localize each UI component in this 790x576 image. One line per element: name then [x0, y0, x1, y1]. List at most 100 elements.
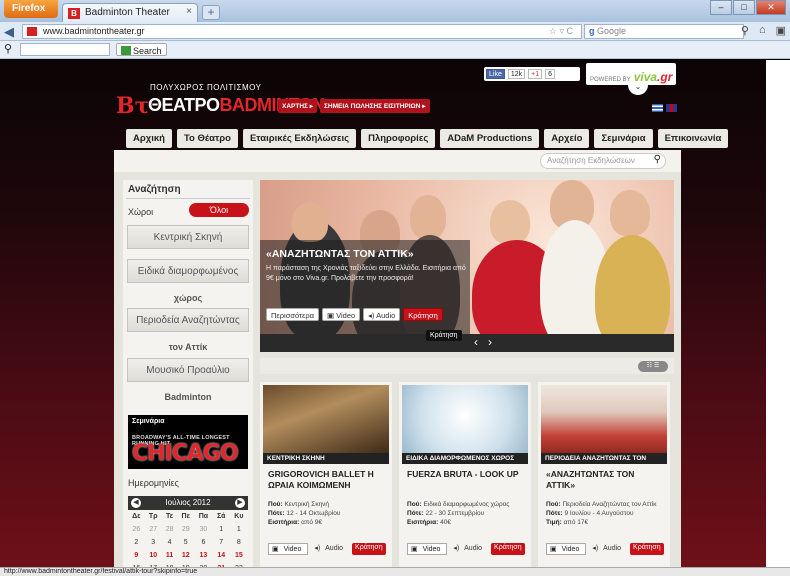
seminars-banner[interactable]: Σεμινάρια BROADWAY'S ALL-TIME LONGEST RU… — [128, 415, 248, 469]
audio-button[interactable]: ◂) Audio — [311, 543, 349, 555]
venue-attik-tour-line2[interactable]: τον Αττίκ — [127, 342, 249, 352]
firefox-menu-button[interactable]: Firefox — [4, 0, 58, 18]
event-card[interactable]: ΠΕΡΙΟΔΕΙΑ ΑΝΑΖΗΤΩΝΤΑΣ ΤΟΝ «ΑΝΑΖΗΤΩΝΤΑΣ Τ… — [538, 382, 670, 567]
logo-mark-icon[interactable]: Bτ — [116, 93, 149, 121]
venue-attik-tour[interactable]: Περιοδεία Αναζητώντας — [127, 308, 249, 332]
calendar-day[interactable]: 27 — [145, 523, 162, 536]
calendar-day[interactable]: 6 — [194, 536, 213, 549]
nav-item-corporate-events[interactable]: Εταιρικές Εκδηλώσεις — [242, 129, 357, 148]
event-title[interactable]: «ΑΝΑΖΗΤΩΝΤΑΣ ΤΟΝ ΑΤΤΙΚ» — [546, 469, 664, 491]
toolbar-search-button[interactable]: Search — [116, 43, 167, 56]
bookmark-star-icon[interactable]: ☆ ▿ C — [549, 26, 573, 37]
english-flag-icon[interactable] — [666, 104, 677, 112]
event-image[interactable] — [541, 385, 667, 453]
tab-close-icon[interactable]: × — [186, 6, 192, 17]
minimize-icon[interactable]: – — [710, 0, 732, 15]
nav-item-seminars[interactable]: Σεμινάρια — [594, 129, 653, 148]
prev-slide-icon[interactable]: ‹ — [474, 335, 478, 349]
window-controls: – □ ✕ — [710, 0, 786, 15]
video-button[interactable]: ▣ Video — [546, 543, 587, 555]
venue-music-yard[interactable]: Μουσικό Προαύλιο — [127, 358, 249, 382]
audio-button[interactable]: ◂) Audio — [363, 308, 401, 321]
calendar-day[interactable]: 11 — [162, 549, 178, 562]
close-window-icon[interactable]: ✕ — [756, 0, 786, 15]
slide-title[interactable]: «ΑΝΑΖΗΤΩΝΤΑΣ ΤΟΝ ΑΤΤΙΚ» — [266, 248, 414, 260]
book-button[interactable]: Κράτηση — [491, 543, 525, 555]
calendar-day[interactable]: 5 — [177, 536, 194, 549]
nav-item-theater[interactable]: Το Θέατρο — [176, 129, 238, 148]
next-slide-icon[interactable]: › — [488, 335, 492, 349]
nav-item-home[interactable]: Αρχική — [126, 129, 172, 148]
map-button[interactable]: ΧΑΡΤΗΣ ▸ — [278, 99, 317, 113]
book-button[interactable]: Κράτηση — [630, 543, 664, 555]
featured-slider[interactable]: «ΑΝΑΖΗΤΩΝΤΑΣ ΤΟΝ ΑΤΤΙΚ» Η παράσταση της … — [260, 180, 674, 352]
maximize-icon[interactable]: □ — [733, 0, 755, 15]
view-toggle[interactable]: ☷ ☰ — [638, 361, 668, 372]
new-tab-button[interactable]: + — [202, 5, 220, 20]
calendar-day[interactable]: 14 — [213, 549, 230, 562]
event-search-input[interactable]: Αναζήτηση Εκδηλώσεων ⚲ — [540, 153, 666, 169]
calendar-day[interactable]: 2 — [128, 536, 145, 549]
venue-special-space-line2[interactable]: χώρος — [127, 293, 249, 303]
event-when: 12 - 14 Οκτωβρίου — [286, 510, 341, 517]
back-arrow-icon[interactable]: ◀ — [4, 24, 20, 39]
calendar-day[interactable]: 1 — [230, 523, 248, 536]
calendar-day[interactable]: 10 — [145, 549, 162, 562]
url-bar[interactable]: www.badmintontheater.gr ☆ ▿ C — [22, 24, 582, 39]
event-card[interactable]: ΕΙΔΙΚΑ ΔΙΑΜΟΡΦΩΜΕΝΟΣ ΧΩΡΟΣ FUERZA BRUTA … — [399, 382, 531, 567]
search-icon[interactable]: ⚲ — [741, 24, 749, 37]
bookmarks-icon[interactable]: ▣ — [776, 24, 786, 37]
event-image[interactable] — [402, 385, 528, 453]
nav-item-adam-productions[interactable]: ADaM Productions — [440, 129, 540, 148]
all-spaces-button[interactable]: Όλοι — [189, 203, 249, 217]
event-card[interactable]: ΚΕΝΤΡΙΚΗ ΣΚΗΝΗ GRIGOROVICH BALLET Η ΩΡΑΙ… — [260, 382, 392, 567]
calendar-day[interactable]: 15 — [230, 549, 248, 562]
book-button[interactable]: Κράτηση — [403, 308, 443, 321]
nav-item-info[interactable]: Πληροφορίες — [361, 129, 436, 148]
calendar-day[interactable]: 28 — [162, 523, 178, 536]
event-title[interactable]: FUERZA BRUTA - LOOK UP — [407, 469, 525, 480]
audio-button[interactable]: ◂) Audio — [450, 543, 488, 555]
video-button[interactable]: ▣ Video — [407, 543, 448, 555]
search-engine-box[interactable]: g Google — [584, 24, 744, 39]
event-search-placeholder: Αναζήτηση Εκδηλώσεων — [547, 156, 635, 165]
video-button[interactable]: ▣ Video — [321, 308, 361, 321]
event-image[interactable] — [263, 385, 389, 453]
home-icon[interactable]: ⌂ — [759, 24, 766, 37]
more-button[interactable]: Περισσότερα — [266, 308, 319, 321]
calendar-day[interactable]: 3 — [145, 536, 162, 549]
search-sidebar: Αναζήτηση Χώροι Όλοι Κεντρική Σκηνή Ειδι… — [123, 180, 253, 575]
venue-special-space[interactable]: Ειδικά διαμορφωμένος — [127, 259, 249, 283]
book-button[interactable]: Κράτηση — [352, 543, 386, 555]
calendar-day[interactable]: 13 — [194, 549, 213, 562]
facebook-like-count: 12k — [507, 69, 526, 79]
browser-tab[interactable]: B Badminton Theater × — [62, 3, 198, 22]
nav-item-archive[interactable]: Αρχείο — [544, 129, 590, 148]
calendar-day[interactable]: 30 — [194, 523, 213, 536]
calendar-day[interactable]: 29 — [177, 523, 194, 536]
calendar-day[interactable]: 9 — [128, 549, 145, 562]
calendar-day[interactable]: 26 — [128, 523, 145, 536]
video-button[interactable]: ▣ Video — [268, 543, 309, 555]
chevron-down-icon[interactable]: ⌄ — [628, 81, 648, 95]
calendar-day[interactable]: 7 — [213, 536, 230, 549]
nav-item-contact[interactable]: Επικοινωνία — [657, 129, 729, 148]
facebook-like-button[interactable]: Like — [486, 69, 505, 79]
calendar-day[interactable]: 1 — [213, 523, 230, 536]
calendar-next-icon[interactable]: ▶ — [235, 498, 245, 508]
event-title[interactable]: GRIGOROVICH BALLET Η ΩΡΑΙΑ ΚΟΙΜΩΜΕΝΗ — [268, 469, 386, 491]
toolbar-search-input[interactable] — [20, 43, 110, 56]
google-plus-button[interactable]: +1 — [528, 69, 543, 79]
audio-label: Audio — [464, 545, 483, 552]
venue-music-yard-line2[interactable]: Badminton — [127, 392, 249, 402]
greek-flag-icon[interactable] — [652, 104, 663, 112]
magnifier-icon[interactable]: ⚲ — [654, 154, 661, 165]
audio-button[interactable]: ◂) Audio — [589, 543, 627, 555]
ticket-points-button[interactable]: ΣΗΜΕΙΑ ΠΩΛΗΣΗΣ ΕΙΣΙΤΗΡΙΩΝ ▸ — [320, 99, 430, 113]
calendar-day[interactable]: 4 — [162, 536, 178, 549]
calendar-prev-icon[interactable]: ◀ — [131, 498, 141, 508]
calendar-day[interactable]: 8 — [230, 536, 248, 549]
venue-main-stage[interactable]: Κεντρική Σκηνή — [127, 225, 249, 249]
calendar-day[interactable]: 12 — [177, 549, 194, 562]
calendar-grid: Δε Τρ Τε Πε Πα Σά Κυ 26 27 28 29 30 1 1 … — [128, 510, 248, 575]
